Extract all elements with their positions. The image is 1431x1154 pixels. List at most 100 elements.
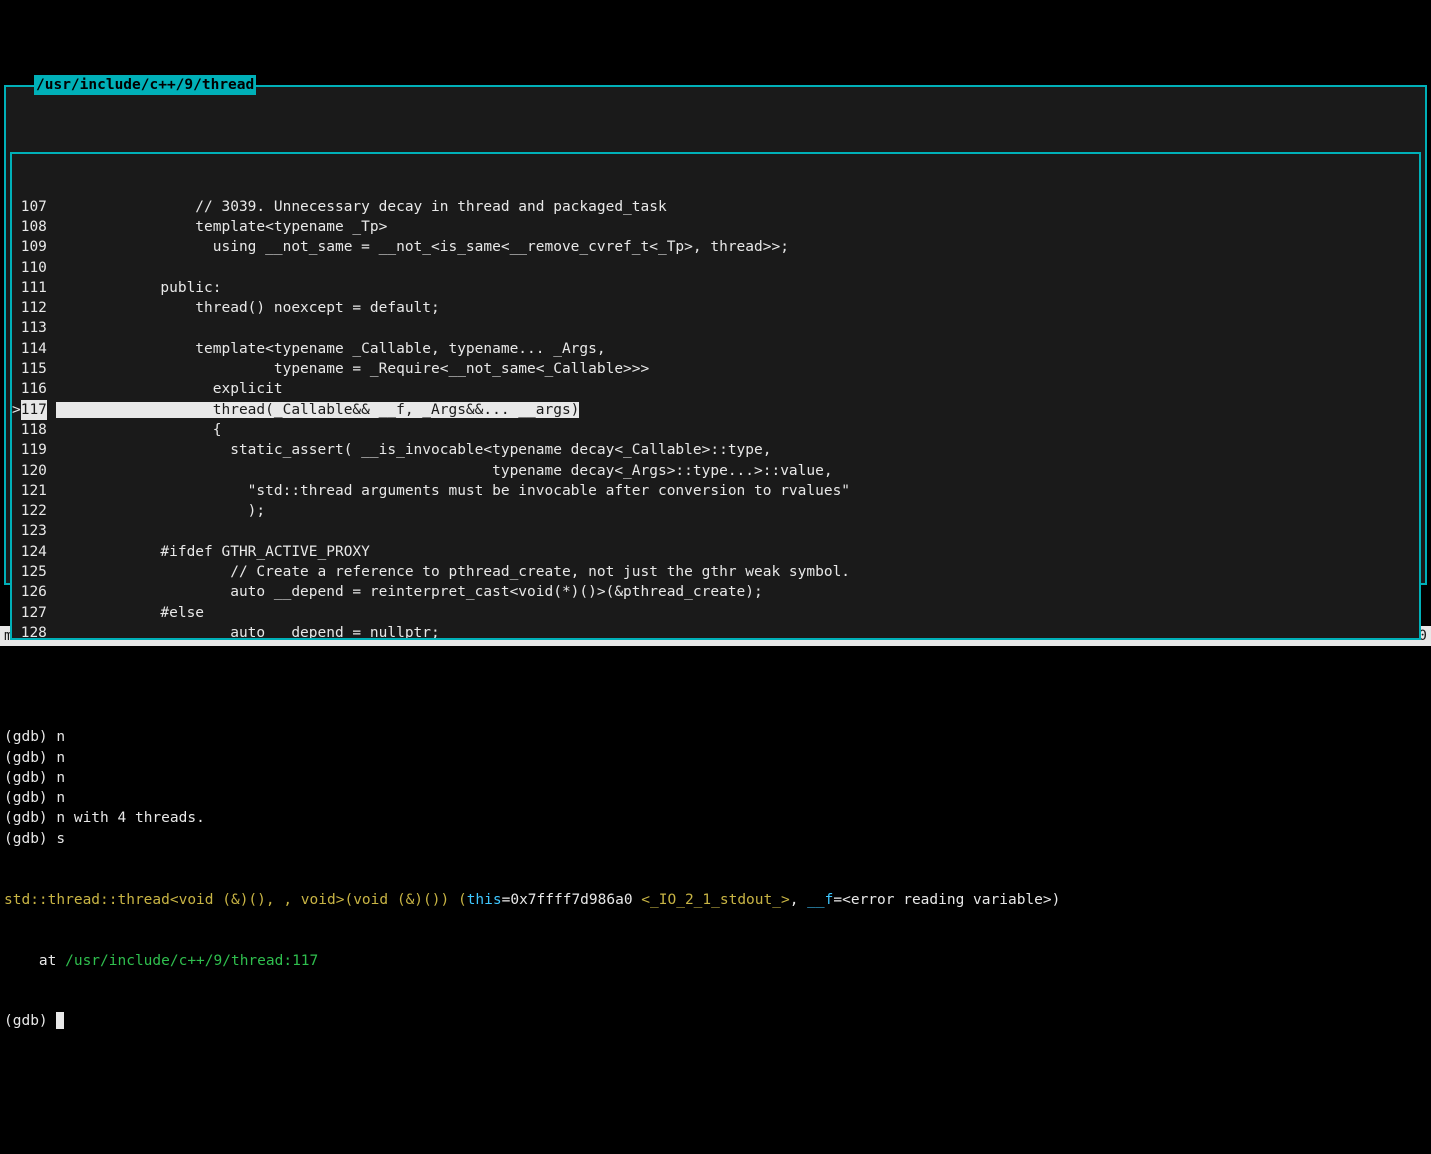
source-code: explicit [47, 379, 1419, 399]
source-code: public: [47, 278, 1419, 298]
source-code: auto __depend = nullptr; [47, 623, 1419, 640]
line-number: 127 [21, 603, 47, 623]
source-line: 128 auto __depend = nullptr; [12, 623, 1419, 640]
line-number: 115 [21, 359, 47, 379]
current-line-marker [12, 197, 21, 217]
source-line: 112 thread() noexcept = default; [12, 298, 1419, 318]
source-code: auto __depend = reinterpret_cast<void(*)… [47, 582, 1419, 602]
gdb-history-line: (gdb) s [4, 829, 1427, 849]
source-code: template<typename _Tp> [47, 217, 1419, 237]
source-code: static_assert( __is_invocable<typename d… [47, 440, 1419, 460]
current-line-marker [12, 359, 21, 379]
source-code: using __not_same = __not_<is_same<__remo… [47, 237, 1419, 257]
line-number: 120 [21, 461, 47, 481]
source-code [47, 318, 1419, 338]
line-number: 124 [21, 542, 47, 562]
line-number: 109 [21, 237, 47, 257]
line-number: 128 [21, 623, 47, 640]
source-code: thread(_Callable&& __f, _Args&&... __arg… [47, 400, 1419, 420]
cursor [56, 1012, 64, 1029]
line-number: 108 [21, 217, 47, 237]
current-line-marker [12, 258, 21, 278]
source-code: "std::thread arguments must be invocable… [47, 481, 1419, 501]
source-code: typename decay<_Args>::type...>::value, [47, 461, 1419, 481]
source-code [47, 521, 1419, 541]
current-line-marker [12, 237, 21, 257]
source-line: 107 // 3039. Unnecessary decay in thread… [12, 197, 1419, 217]
line-number: 110 [21, 258, 47, 278]
source-window: /usr/include/c++/9/thread 107 // 3039. U… [4, 85, 1427, 585]
gdb-output-at: at /usr/include/c++/9/thread:117 [4, 951, 1427, 971]
source-line: 116 explicit [12, 379, 1419, 399]
current-line-marker [12, 481, 21, 501]
line-number: 113 [21, 318, 47, 338]
line-number: 125 [21, 562, 47, 582]
current-line-marker [12, 562, 21, 582]
source-line: 119 static_assert( __is_invocable<typena… [12, 440, 1419, 460]
current-line-marker [12, 582, 21, 602]
current-line-marker [12, 339, 21, 359]
source-line: 124 #ifdef GTHR_ACTIVE_PROXY [12, 542, 1419, 562]
line-number: 107 [21, 197, 47, 217]
source-line: 120 typename decay<_Args>::type...>::val… [12, 461, 1419, 481]
current-line-marker [12, 217, 21, 237]
source-line: >117 thread(_Callable&& __f, _Args&&... … [12, 400, 1419, 420]
source-line: 122 ); [12, 501, 1419, 521]
source-code: template<typename _Callable, typename...… [47, 339, 1419, 359]
source-line: 108 template<typename _Tp> [12, 217, 1419, 237]
source-line: 113 [12, 318, 1419, 338]
source-line: 125 // Create a reference to pthread_cre… [12, 562, 1419, 582]
source-inner: 107 // 3039. Unnecessary decay in thread… [10, 152, 1421, 640]
line-number: 123 [21, 521, 47, 541]
current-line-marker [12, 542, 21, 562]
source-line: 114 template<typename _Callable, typenam… [12, 339, 1419, 359]
source-line: 115 typename = _Require<__not_same<_Call… [12, 359, 1419, 379]
source-line: 110 [12, 258, 1419, 278]
current-line-marker [12, 420, 21, 440]
source-line: 109 using __not_same = __not_<is_same<__… [12, 237, 1419, 257]
gdb-output-frame: std::thread::thread<void (&)(), , void>(… [4, 890, 1427, 910]
line-number: 116 [21, 379, 47, 399]
source-code [47, 258, 1419, 278]
source-code: #ifdef GTHR_ACTIVE_PROXY [47, 542, 1419, 562]
current-line-marker [12, 440, 21, 460]
gdb-history-line: (gdb) n [4, 788, 1427, 808]
line-number: 117 [21, 400, 47, 420]
gdb-history-line: (gdb) n [4, 727, 1427, 747]
current-line-marker [12, 298, 21, 318]
line-number: 121 [21, 481, 47, 501]
gdb-history-line: (gdb) n [4, 768, 1427, 788]
current-line-marker [12, 521, 21, 541]
line-number: 118 [21, 420, 47, 440]
gdb-console[interactable]: (gdb) n(gdb) n(gdb) n(gdb) n(gdb) n with… [0, 687, 1431, 1052]
line-number: 111 [21, 278, 47, 298]
source-code: typename = _Require<__not_same<_Callable… [47, 359, 1419, 379]
source-line: 123 [12, 521, 1419, 541]
source-line: 127 #else [12, 603, 1419, 623]
current-line-marker [12, 278, 21, 298]
line-number: 119 [21, 440, 47, 460]
current-line-marker [12, 461, 21, 481]
line-number: 114 [21, 339, 47, 359]
current-line-marker [12, 501, 21, 521]
source-line: 121 "std::thread arguments must be invoc… [12, 481, 1419, 501]
line-number: 126 [21, 582, 47, 602]
source-code: thread() noexcept = default; [47, 298, 1419, 318]
source-line: 118 { [12, 420, 1419, 440]
source-code: { [47, 420, 1419, 440]
line-number: 122 [21, 501, 47, 521]
source-line: 126 auto __depend = reinterpret_cast<voi… [12, 582, 1419, 602]
source-code: #else [47, 603, 1419, 623]
gdb-prompt-line[interactable]: (gdb) [4, 1011, 1427, 1031]
current-line-marker [12, 379, 21, 399]
source-code: ); [47, 501, 1419, 521]
current-line-marker [12, 318, 21, 338]
source-code: // 3039. Unnecessary decay in thread and… [47, 197, 1419, 217]
line-number: 112 [21, 298, 47, 318]
code-area[interactable]: 107 // 3039. Unnecessary decay in thread… [12, 195, 1419, 640]
file-path-title: /usr/include/c++/9/thread [34, 75, 256, 95]
gdb-history-line: (gdb) n with 4 threads. [4, 808, 1427, 828]
current-line-marker: > [12, 400, 21, 420]
current-line-marker [12, 603, 21, 623]
current-line-marker [12, 623, 21, 640]
